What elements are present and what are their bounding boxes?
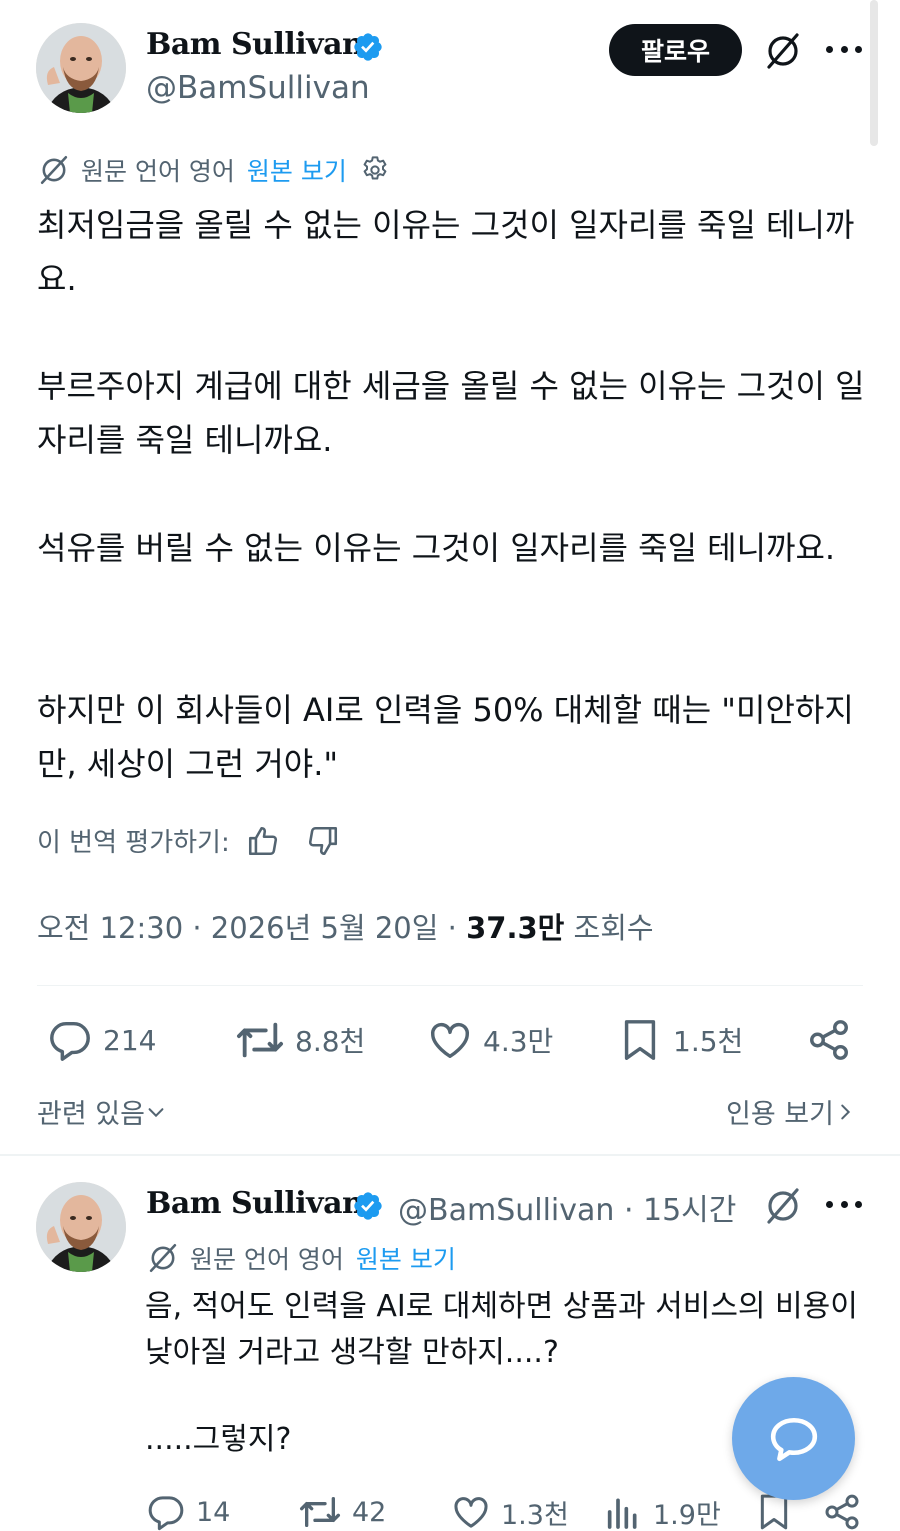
share-button[interactable] bbox=[806, 1017, 862, 1063]
reply-icon bbox=[148, 1496, 184, 1531]
verified-badge-icon bbox=[354, 1192, 382, 1220]
reply-author-handle[interactable]: @BamSullivan · 15시간 bbox=[398, 1185, 736, 1229]
like-count: 4.3만 bbox=[483, 1025, 554, 1058]
like-icon bbox=[431, 1022, 469, 1059]
translation-source: 원문 언어 영어 bbox=[81, 157, 235, 186]
reply-author-name[interactable]: Bam Sullivan bbox=[146, 1186, 364, 1221]
reply-count: 214 bbox=[103, 1023, 157, 1057]
reply-translation-source: 원문 언어 영어 bbox=[190, 1245, 344, 1274]
share-icon bbox=[825, 1494, 859, 1530]
repost-icon bbox=[237, 1022, 284, 1058]
tweet-paragraph: 하지만 이 회사들이 AI로 인력을 50% 대체할 때는 "미안하지만, 세상… bbox=[37, 691, 854, 783]
views-icon bbox=[607, 1498, 637, 1529]
reply-like-button[interactable]: 1.3천 bbox=[451, 1492, 569, 1531]
tweet-meta: 오전 12:30 · 2026년 5월 20일 · 37.3만 조회수 bbox=[37, 905, 654, 947]
author-handle[interactable]: @BamSullivan bbox=[146, 70, 370, 106]
thumbs-up-icon[interactable] bbox=[246, 824, 280, 858]
reply-like-count: 1.3천 bbox=[501, 1499, 569, 1531]
tweet-paragraph: 석유를 버릴 수 없는 이유는 그것이 일자리를 죽일 테니까요. bbox=[37, 529, 836, 567]
follow-button[interactable]: 팔로우 bbox=[609, 24, 742, 76]
section-divider bbox=[0, 1154, 900, 1156]
reply-views-button[interactable]: 1.9만 bbox=[603, 1492, 721, 1531]
repost-icon bbox=[299, 1497, 340, 1527]
rate-translation: 이 번역 평가하기: bbox=[37, 822, 340, 859]
share-icon bbox=[810, 1020, 848, 1060]
translation-bar: 원문 언어 영어 원본 보기 bbox=[37, 152, 391, 188]
verified-badge-icon bbox=[354, 33, 382, 61]
reply-icon bbox=[50, 1021, 90, 1061]
reply-repost-count: 42 bbox=[352, 1496, 387, 1528]
bookmark-icon bbox=[624, 1020, 656, 1060]
reply-reply-count: 14 bbox=[196, 1496, 231, 1528]
related-label: 관련 있음 bbox=[37, 1099, 145, 1130]
bookmark-button[interactable]: 1.5천 bbox=[617, 1017, 743, 1063]
chevron-down-icon bbox=[148, 1107, 164, 1117]
chat-bubble-icon bbox=[770, 1417, 817, 1461]
reply-text: 음, 적어도 인력을 AI로 대체하면 상품과 서비스의 비용이 낮아질 거라고… bbox=[145, 1289, 868, 1370]
view-quotes-link[interactable]: 인용 보기 bbox=[726, 1092, 856, 1131]
tweet-timestamp[interactable]: 오전 12:30 · 2026년 5월 20일 · bbox=[37, 911, 466, 945]
compose-fab[interactable] bbox=[732, 1377, 855, 1500]
rate-translation-label: 이 번역 평가하기: bbox=[37, 828, 230, 858]
reply-view-original-link[interactable]: 원본 보기 bbox=[356, 1240, 456, 1276]
more-icon[interactable] bbox=[826, 1201, 862, 1213]
repost-count: 8.8천 bbox=[295, 1025, 366, 1058]
tweet-paragraph: 최저임금을 올릴 수 없는 이유는 그것이 일자리를 죽일 테니까요. bbox=[37, 206, 855, 298]
tweet-paragraph: 부르주아지 계급에 대한 세금을 올릴 수 없는 이유는 그것이 일자리를 죽일… bbox=[37, 367, 865, 459]
reply-reply-button[interactable]: 14 bbox=[146, 1492, 230, 1531]
related-toggle[interactable]: 관련 있음 bbox=[37, 1092, 167, 1131]
quotes-label: 인용 보기 bbox=[726, 1099, 834, 1130]
translate-icon bbox=[40, 155, 68, 185]
thumbs-down-icon[interactable] bbox=[306, 824, 340, 858]
repost-button[interactable]: 8.8천 bbox=[235, 1017, 365, 1063]
view-label: 조회수 bbox=[564, 911, 654, 945]
author-avatar[interactable] bbox=[36, 23, 126, 113]
grok-icon[interactable] bbox=[763, 1186, 803, 1226]
reply-button[interactable]: 214 bbox=[47, 1017, 156, 1063]
reply-repost-button[interactable]: 42 bbox=[298, 1492, 386, 1531]
reply-view-count: 1.9만 bbox=[653, 1499, 721, 1531]
view-count: 37.3만 bbox=[466, 911, 565, 945]
translate-icon bbox=[149, 1243, 177, 1273]
reply-author-avatar[interactable] bbox=[36, 1182, 126, 1272]
reply-share-button[interactable] bbox=[822, 1492, 872, 1531]
like-button[interactable]: 4.3만 bbox=[427, 1017, 553, 1063]
more-icon[interactable] bbox=[826, 46, 862, 58]
gear-icon[interactable] bbox=[359, 154, 391, 186]
chevron-right-icon bbox=[841, 1104, 851, 1119]
scrollbar[interactable] bbox=[870, 0, 878, 146]
reply-translation-bar: 원문 언어 영어 원본 보기 bbox=[146, 1240, 456, 1276]
bookmark-count: 1.5천 bbox=[673, 1025, 744, 1058]
like-icon bbox=[454, 1497, 488, 1528]
author-name[interactable]: Bam Sullivan bbox=[146, 27, 364, 62]
grok-icon[interactable] bbox=[763, 31, 803, 71]
divider bbox=[37, 985, 863, 986]
view-original-link[interactable]: 원본 보기 bbox=[247, 152, 347, 188]
